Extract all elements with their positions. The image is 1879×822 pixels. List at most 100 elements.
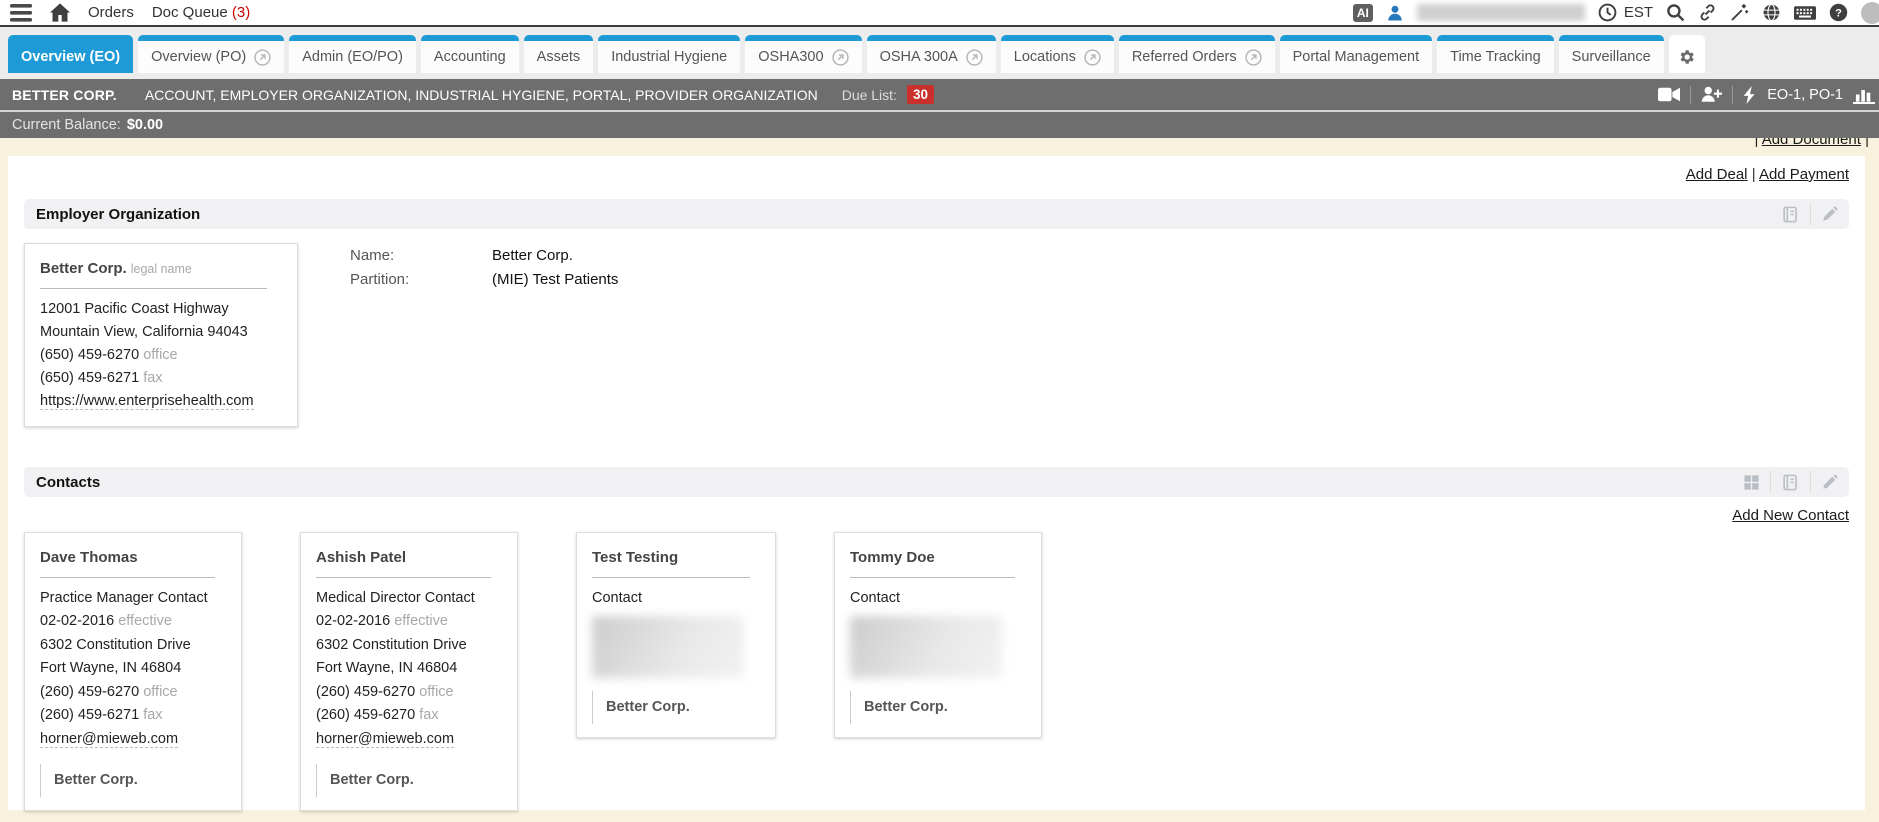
employer-org-card: Better Corp. legal name 12001 Pacific Co… [24, 243, 298, 427]
section-title: Employer Organization [36, 206, 200, 223]
clock-icon[interactable] [1598, 3, 1617, 22]
tab-assets[interactable]: Assets [524, 35, 594, 73]
org-card-title-suffix: legal name [131, 262, 192, 276]
quick-nav-shortcuts[interactable]: EO-1, PO-1 [1767, 87, 1843, 103]
contact-phone-line: (260) 459-6270 office [40, 681, 226, 705]
tab-label: Overview (EO) [21, 49, 120, 65]
contact-address-line2: Fort Wayne, IN 46804 [316, 657, 502, 681]
contact-name: Ashish Patel [316, 546, 502, 570]
main-panel: Add Deal | Add Payment Employer Organiza… [8, 156, 1865, 810]
due-list-badge[interactable]: 30 [907, 85, 934, 104]
tab-surveillance[interactable]: Surveillance [1559, 35, 1664, 73]
ai-badge[interactable]: AI [1353, 4, 1373, 22]
contact-email-link[interactable]: horner@mieweb.com [40, 731, 178, 748]
tab-label: Overview (PO) [151, 49, 246, 65]
edit-pencil-icon[interactable] [1821, 473, 1839, 491]
top-bar-left: Orders Doc Queue (3) [10, 3, 250, 22]
field-label: Name: [350, 247, 492, 264]
field-label: Partition: [350, 271, 492, 288]
nav-orders[interactable]: Orders [88, 4, 134, 21]
add-payment-link[interactable]: Add Payment [1759, 166, 1849, 183]
journal-icon[interactable] [1781, 473, 1800, 492]
tab-industrial-hygiene[interactable]: Industrial Hygiene [598, 35, 740, 73]
video-camera-icon[interactable] [1658, 87, 1680, 102]
fax-type-label: fax [143, 707, 162, 723]
divider [592, 577, 750, 578]
tab-time-tracking[interactable]: Time Tracking [1437, 35, 1554, 73]
tab-bar: Overview (EO) Overview (PO) Admin (EO/PO… [0, 27, 1879, 79]
tab-settings[interactable] [1669, 35, 1705, 73]
contact-role: Practice Manager Contact [40, 587, 226, 611]
lightning-icon[interactable] [1743, 86, 1757, 104]
hamburger-menu-icon[interactable] [10, 4, 32, 22]
tab-overview-po[interactable]: Overview (PO) [138, 35, 284, 73]
nav-doc-queue[interactable]: Doc Queue (3) [152, 4, 250, 21]
section-actions [1743, 471, 1839, 493]
balance-bar: Current Balance: $0.00 [0, 110, 1879, 138]
wand-icon[interactable] [1730, 3, 1749, 22]
divider [40, 577, 215, 578]
tab-osha300[interactable]: OSHA300 [745, 35, 861, 73]
divider [1732, 86, 1733, 104]
tab-portal-management[interactable]: Portal Management [1280, 35, 1433, 73]
tab-label: Accounting [434, 49, 506, 65]
contact-address-line2: Fort Wayne, IN 46804 [40, 657, 226, 681]
top-bar-right: AI EST ? [1353, 2, 1873, 24]
tab-referred-orders[interactable]: Referred Orders [1119, 35, 1275, 73]
user-icon[interactable] [1386, 4, 1404, 22]
tab-accounting[interactable]: Accounting [421, 35, 519, 73]
tab-admin-eo-po[interactable]: Admin (EO/PO) [289, 35, 416, 73]
journal-icon[interactable] [1781, 205, 1800, 224]
org-website-link[interactable]: https://www.enterprisehealth.com [40, 393, 254, 410]
external-link-icon [832, 49, 849, 66]
link-icon[interactable] [1698, 3, 1717, 22]
keyboard-icon[interactable] [1794, 5, 1816, 21]
tab-label: OSHA300 [758, 49, 823, 65]
contact-card: Dave Thomas Practice Manager Contact 02-… [24, 532, 242, 811]
org-address-line2: Mountain View, California 94043 [40, 321, 282, 344]
fax-type-label: fax [419, 707, 438, 723]
divider [1690, 86, 1691, 104]
contact-name: Tommy Doe [850, 546, 1026, 570]
separator: | [1752, 166, 1756, 183]
external-link-icon [1245, 49, 1262, 66]
add-document-row: | Add Document | [1754, 138, 1869, 148]
tab-osha-300a[interactable]: OSHA 300A [867, 35, 996, 73]
phone-type-label: office [143, 347, 177, 363]
tab-label: Referred Orders [1132, 49, 1237, 65]
contact-fax-line: (260) 459-6270 fax [316, 704, 502, 728]
add-contact-row: Add New Contact [24, 507, 1849, 524]
search-icon[interactable] [1666, 3, 1685, 22]
add-document-link[interactable]: Add Document [1762, 138, 1861, 148]
contact-fax-line: (260) 459-6271 fax [40, 704, 226, 728]
tab-overview-eo[interactable]: Overview (EO) [8, 35, 133, 73]
bar-chart-icon[interactable] [1853, 86, 1875, 104]
add-user-icon[interactable] [1701, 86, 1722, 103]
org-name: BETTER CORP. [12, 87, 117, 103]
balance-label: Current Balance: [12, 117, 121, 133]
employer-org-section-header: Employer Organization [24, 199, 1849, 229]
separator: | [1754, 138, 1758, 148]
divider [1810, 203, 1811, 225]
add-new-contact-link[interactable]: Add New Contact [1732, 507, 1849, 524]
effective-label: effective [394, 613, 448, 629]
contact-email-link[interactable]: horner@mieweb.com [316, 731, 454, 748]
phone-type-label: office [419, 684, 453, 700]
help-icon[interactable]: ? [1829, 3, 1848, 22]
contact-address-line1: 6302 Constitution Drive [316, 634, 502, 658]
contact-org: Better Corp. [850, 691, 1026, 724]
globe-icon[interactable] [1762, 3, 1781, 22]
divider [1810, 471, 1811, 493]
tab-locations[interactable]: Locations [1001, 35, 1114, 73]
edit-pencil-icon[interactable] [1821, 205, 1839, 223]
effective-label: effective [118, 613, 172, 629]
contact-role: Contact [592, 587, 760, 611]
grid-view-icon[interactable] [1743, 474, 1760, 491]
contact-phone-line: (260) 459-6270 office [316, 681, 502, 705]
add-deal-link[interactable]: Add Deal [1686, 166, 1748, 183]
avatar[interactable] [1861, 2, 1879, 24]
home-icon[interactable] [50, 3, 70, 22]
redacted-contact-photo [850, 616, 1002, 678]
contact-email-line: horner@mieweb.com [316, 728, 502, 752]
doc-queue-count: (3) [232, 4, 250, 21]
